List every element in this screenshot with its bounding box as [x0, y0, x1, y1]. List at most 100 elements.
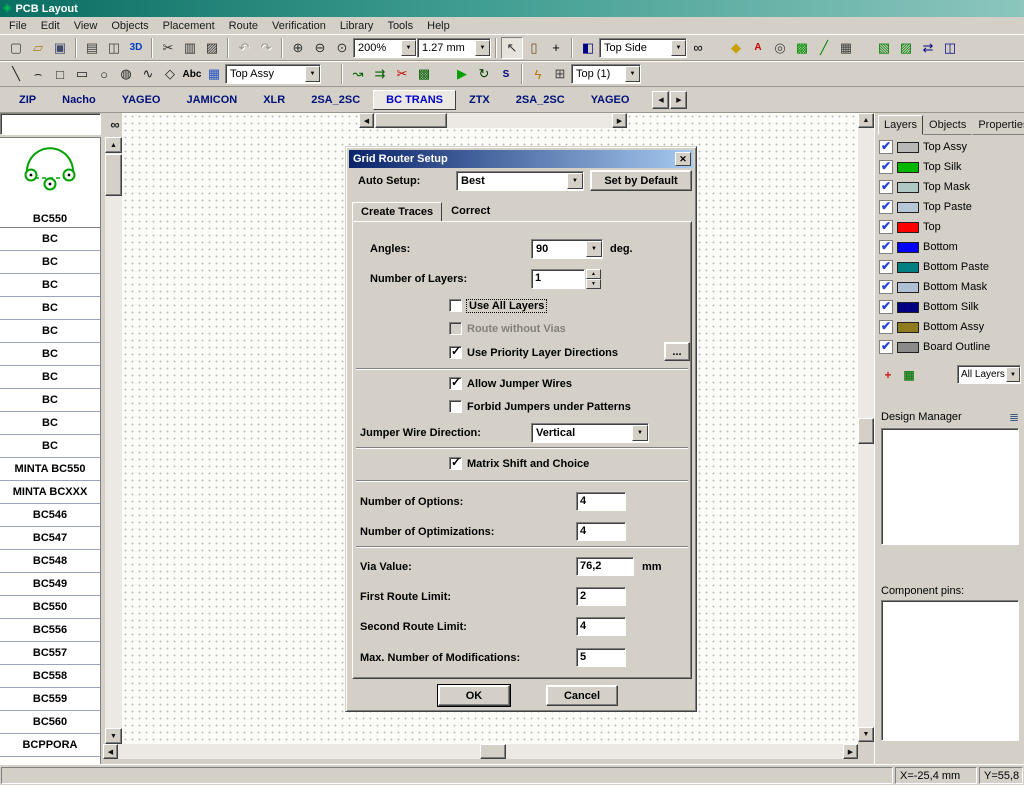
layer-visibility-checkbox[interactable] — [879, 179, 893, 194]
use-all-layers-checkbox[interactable]: Use All Layers — [449, 298, 548, 313]
layer-name[interactable]: Bottom Silk — [923, 301, 979, 313]
toolbar-button[interactable]: ⊕ — [287, 37, 309, 59]
second-route-limit-field[interactable]: 4 — [576, 617, 626, 636]
chevron-down-icon[interactable] — [567, 173, 583, 189]
use-priority-layer-directions-checkbox[interactable]: Use Priority Layer Directions — [449, 344, 618, 359]
menu-item[interactable]: View — [67, 18, 105, 34]
document-tab[interactable]: BC TRANS — [373, 89, 456, 110]
toolbar-button[interactable]: ⊙ — [331, 37, 353, 59]
layer-name[interactable]: Bottom Paste — [923, 261, 989, 273]
forbid-jumpers-checkbox[interactable]: Forbid Jumpers under Patterns — [449, 400, 631, 413]
toolbar-button[interactable]: ↖ — [501, 36, 523, 59]
chevron-down-icon[interactable] — [401, 39, 416, 56]
toolbar-button[interactable]: ○ — [93, 63, 115, 85]
spin-down-icon[interactable]: ▼ — [586, 279, 601, 289]
checkbox-box[interactable] — [449, 455, 462, 470]
layer-color-swatch[interactable] — [897, 221, 919, 233]
component-list-item[interactable]: BC — [0, 366, 100, 389]
layer-color-swatch[interactable] — [897, 261, 919, 273]
toolbar-button[interactable]: ▧ — [873, 37, 895, 59]
chevron-down-icon[interactable] — [586, 241, 602, 257]
component-list-item[interactable]: MINTA BC550 — [0, 458, 100, 481]
layer-color-swatch[interactable] — [897, 161, 919, 173]
toolbar-button[interactable]: ↝ — [347, 63, 369, 85]
toolbar-button[interactable]: ∿ — [137, 63, 159, 85]
toolbar-combo[interactable]: 1.27 mm — [417, 37, 491, 58]
toolbar-button[interactable]: ▶ — [451, 63, 473, 85]
toolbar-button[interactable]: ▦ — [203, 63, 225, 85]
component-list-item[interactable]: BC548 — [0, 550, 100, 573]
layer-name[interactable]: Bottom Assy — [923, 321, 984, 333]
toolbar-button[interactable]: ▤ — [81, 37, 103, 59]
scrollbar-thumb[interactable] — [375, 113, 447, 128]
max-modifications-field[interactable]: 5 — [576, 648, 626, 667]
layer-name[interactable]: Top Mask — [923, 181, 970, 193]
component-list-item[interactable]: BC — [0, 274, 100, 297]
add-layer-icon[interactable]: + — [879, 366, 897, 384]
toolbar-button[interactable]: ✂ — [391, 63, 413, 85]
layer-visibility-checkbox[interactable] — [879, 319, 893, 334]
angles-combo[interactable]: 90 — [531, 239, 603, 259]
toolbar-button[interactable]: ◧ — [577, 37, 599, 59]
design-manager-list[interactable] — [881, 428, 1019, 545]
layer-name[interactable]: Top Silk — [923, 161, 962, 173]
toolbar-combo[interactable]: 200% — [353, 37, 417, 58]
toolbar-button[interactable]: ▱ — [27, 37, 49, 59]
chevron-down-icon[interactable] — [1006, 367, 1020, 382]
layer-name[interactable]: Board Outline — [923, 341, 990, 353]
panel-tab[interactable]: Objects — [923, 115, 973, 135]
checkbox-box[interactable] — [449, 344, 462, 359]
toolbar-button[interactable]: ◫ — [103, 37, 125, 59]
layer-visibility-checkbox[interactable] — [879, 299, 893, 314]
scroll-right-icon[interactable]: ▶ — [843, 744, 858, 759]
component-list-item[interactable]: BC — [0, 343, 100, 366]
toolbar-button[interactable]: ╱ — [813, 37, 835, 59]
document-tab[interactable]: ZTX — [456, 90, 503, 110]
component-list-item[interactable]: BC — [0, 389, 100, 412]
component-pins-list[interactable] — [881, 600, 1019, 741]
first-route-limit-field[interactable]: 2 — [576, 587, 626, 606]
scroll-left-icon[interactable]: ◀ — [103, 744, 118, 759]
number-of-optimizations-field[interactable]: 4 — [576, 522, 626, 541]
document-tab[interactable]: Nacho — [49, 90, 109, 110]
layer-name[interactable]: Top — [923, 221, 941, 233]
toolbar-button[interactable]: + — [545, 37, 567, 59]
layer-visibility-checkbox[interactable] — [879, 239, 893, 254]
layer-color-swatch[interactable] — [897, 141, 919, 153]
scroll-up-icon[interactable]: ▲ — [858, 113, 874, 128]
chevron-down-icon[interactable] — [632, 425, 648, 441]
toolbar-button[interactable]: ◎ — [769, 37, 791, 59]
toolbar-button[interactable]: ▦ — [835, 37, 857, 59]
menu-item[interactable]: File — [2, 18, 34, 34]
toolbar-button[interactable]: □ — [49, 63, 71, 85]
toolbar-combo[interactable]: Top Assy — [225, 64, 321, 84]
scroll-right-icon[interactable]: ▶ — [612, 113, 627, 128]
menu-item[interactable]: Library — [333, 18, 381, 34]
tab-scroll-right-button[interactable]: ▶ — [670, 90, 688, 109]
toolbar-button[interactable]: ⇉ — [369, 63, 391, 85]
layer-name[interactable]: Bottom — [923, 241, 958, 253]
toolbar-button[interactable]: ↷ — [255, 37, 277, 59]
chevron-down-icon[interactable] — [475, 39, 490, 56]
layer-visibility-checkbox[interactable] — [879, 259, 893, 274]
scrollbar-thumb[interactable] — [105, 154, 122, 196]
layer-setup-icon[interactable]: ▦ — [900, 366, 918, 384]
component-list-item[interactable]: BC547 — [0, 527, 100, 550]
checkbox-box[interactable] — [449, 299, 462, 312]
toolbar-button[interactable]: ⊖ — [309, 37, 331, 59]
document-tab[interactable]: YAGEO — [109, 90, 174, 110]
scrollbar-thumb[interactable] — [858, 418, 874, 444]
dialog-titlebar[interactable]: Grid Router Setup ✕ — [349, 150, 693, 168]
tab-scroll-left-button[interactable]: ◀ — [652, 90, 670, 109]
component-list-item[interactable]: BC557 — [0, 642, 100, 665]
component-list-item[interactable]: BCPPORA — [0, 734, 100, 757]
spin-up-icon[interactable]: ▲ — [586, 269, 601, 279]
component-list-item[interactable]: BC556 — [0, 619, 100, 642]
document-tab[interactable]: ZIP — [6, 90, 49, 110]
document-tab[interactable]: YAGEO — [578, 90, 643, 110]
layer-color-swatch[interactable] — [897, 181, 919, 193]
checkbox-box[interactable] — [449, 375, 462, 390]
layer-color-swatch[interactable] — [897, 201, 919, 213]
menu-item[interactable]: Placement — [156, 18, 222, 34]
layer-visibility-checkbox[interactable] — [879, 199, 893, 214]
